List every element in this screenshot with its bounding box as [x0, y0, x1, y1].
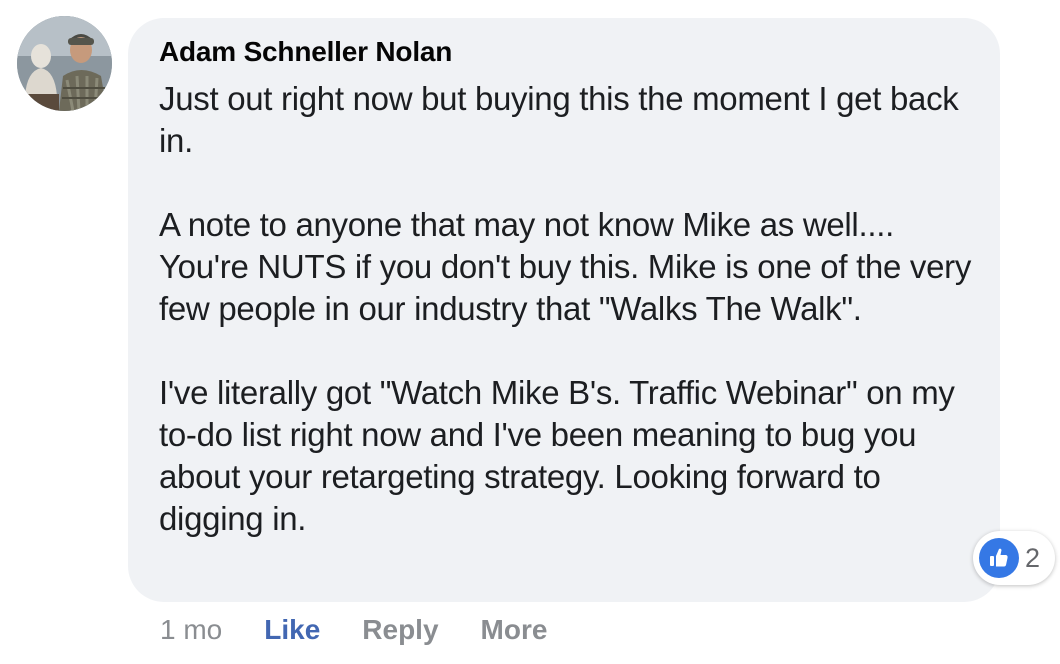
reaction-summary[interactable]: 2 — [973, 531, 1055, 585]
comment: Adam Schneller Nolan Just out right now … — [0, 0, 1060, 664]
comment-paragraph: Just out right now but buying this the m… — [159, 80, 959, 159]
avatar-photo — [17, 16, 112, 111]
comment-actions: 1 mo Like Reply More — [160, 610, 547, 650]
avatar[interactable] — [17, 16, 112, 111]
author-name[interactable]: Adam Schneller Nolan — [159, 34, 976, 70]
like-button[interactable]: Like — [264, 610, 320, 650]
reaction-count: 2 — [1025, 542, 1041, 573]
reply-button[interactable]: Reply — [362, 610, 438, 650]
timestamp[interactable]: 1 mo — [160, 610, 222, 650]
comment-paragraph: I've literally got "Watch Mike B's. Traf… — [159, 374, 955, 537]
like-icon — [979, 538, 1019, 578]
comment-bubble: Adam Schneller Nolan Just out right now … — [128, 18, 1000, 602]
comment-paragraph: A note to anyone that may not know Mike … — [159, 206, 972, 327]
more-button[interactable]: More — [481, 610, 548, 650]
